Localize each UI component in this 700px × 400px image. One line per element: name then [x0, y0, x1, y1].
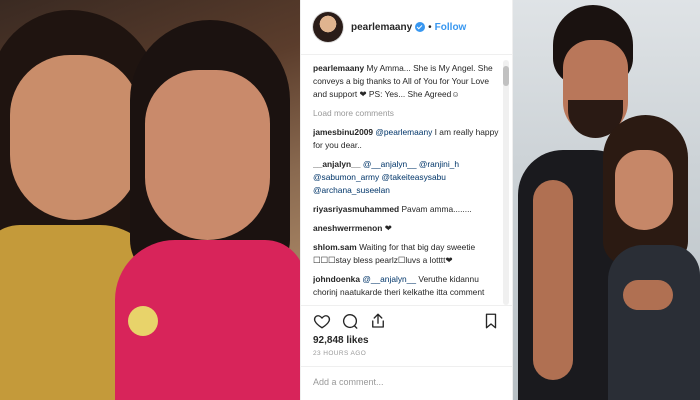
comment-item: jamesbinu2009 @pearlemaany I am really h… — [313, 126, 503, 152]
smiley-badge — [128, 306, 158, 336]
header-username[interactable]: pearlemaany — [351, 22, 412, 33]
woman-body — [608, 245, 700, 400]
action-bar — [301, 305, 512, 335]
heart-icon[interactable] — [313, 312, 331, 330]
comments-list: pearlemaany My Amma... She is My Angel. … — [313, 62, 503, 302]
woman-face — [615, 150, 673, 230]
instagram-post-panel: pearlemaany • Follow pearlemaany My Amma… — [300, 0, 513, 400]
post-photo-right — [513, 0, 700, 400]
comment-username[interactable]: riyasriyasmuhammed — [313, 204, 399, 214]
comment-item: riyasriyasmuhammed Pavam amma........ — [313, 203, 503, 216]
mother-face — [10, 55, 140, 220]
comment-item: __anjalyn__ @__anjalyn__ @ranjini_h @sab… — [313, 158, 503, 197]
load-more-comments-link[interactable]: Load more comments — [313, 107, 503, 120]
comment-mention[interactable]: @pearlemaany — [375, 127, 432, 137]
caption-username[interactable]: pearlemaany — [313, 63, 364, 73]
post-photo-left — [0, 0, 300, 400]
comment-icon[interactable] — [341, 312, 359, 330]
comment-item: aneshwerrmenon ❤ — [313, 222, 503, 235]
share-icon[interactable] — [369, 312, 387, 330]
comment-mention[interactable]: @__anjalyn__ — [362, 274, 416, 284]
comment-item: shlom.sam Waiting for that big day sweet… — [313, 241, 503, 267]
bookmark-icon[interactable] — [482, 312, 500, 330]
man-arm — [533, 180, 573, 380]
scrollbar-thumb[interactable] — [503, 66, 509, 86]
comment-username[interactable]: jamesbinu2009 — [313, 127, 373, 137]
comment-text: Pavam amma........ — [401, 204, 472, 214]
comment-text: ❤ — [384, 223, 392, 233]
avatar[interactable] — [313, 12, 343, 42]
comment-username[interactable]: aneshwerrmenon — [313, 223, 382, 233]
follow-button[interactable]: Follow — [435, 22, 467, 33]
verified-badge-icon — [415, 22, 426, 32]
add-comment-input[interactable]: Add a comment... — [301, 366, 512, 400]
man-hand — [623, 280, 673, 310]
comments-scrollbar[interactable] — [503, 60, 509, 305]
comment-item: johndoenka @__anjalyn__ Veruthe kidannu … — [313, 273, 503, 302]
post-timestamp: 23 HOURS AGO — [313, 350, 367, 357]
likes-count[interactable]: 92,848 likes — [313, 335, 369, 346]
daughter-face — [145, 70, 270, 240]
comment-username[interactable]: __anjalyn__ — [313, 159, 361, 169]
separator-dot: • — [428, 21, 432, 33]
comment-username[interactable]: shlom.sam — [313, 242, 357, 252]
post-header: pearlemaany • Follow — [301, 0, 512, 55]
comment-username[interactable]: johndoenka — [313, 274, 360, 284]
caption: pearlemaany My Amma... She is My Angel. … — [313, 62, 503, 101]
